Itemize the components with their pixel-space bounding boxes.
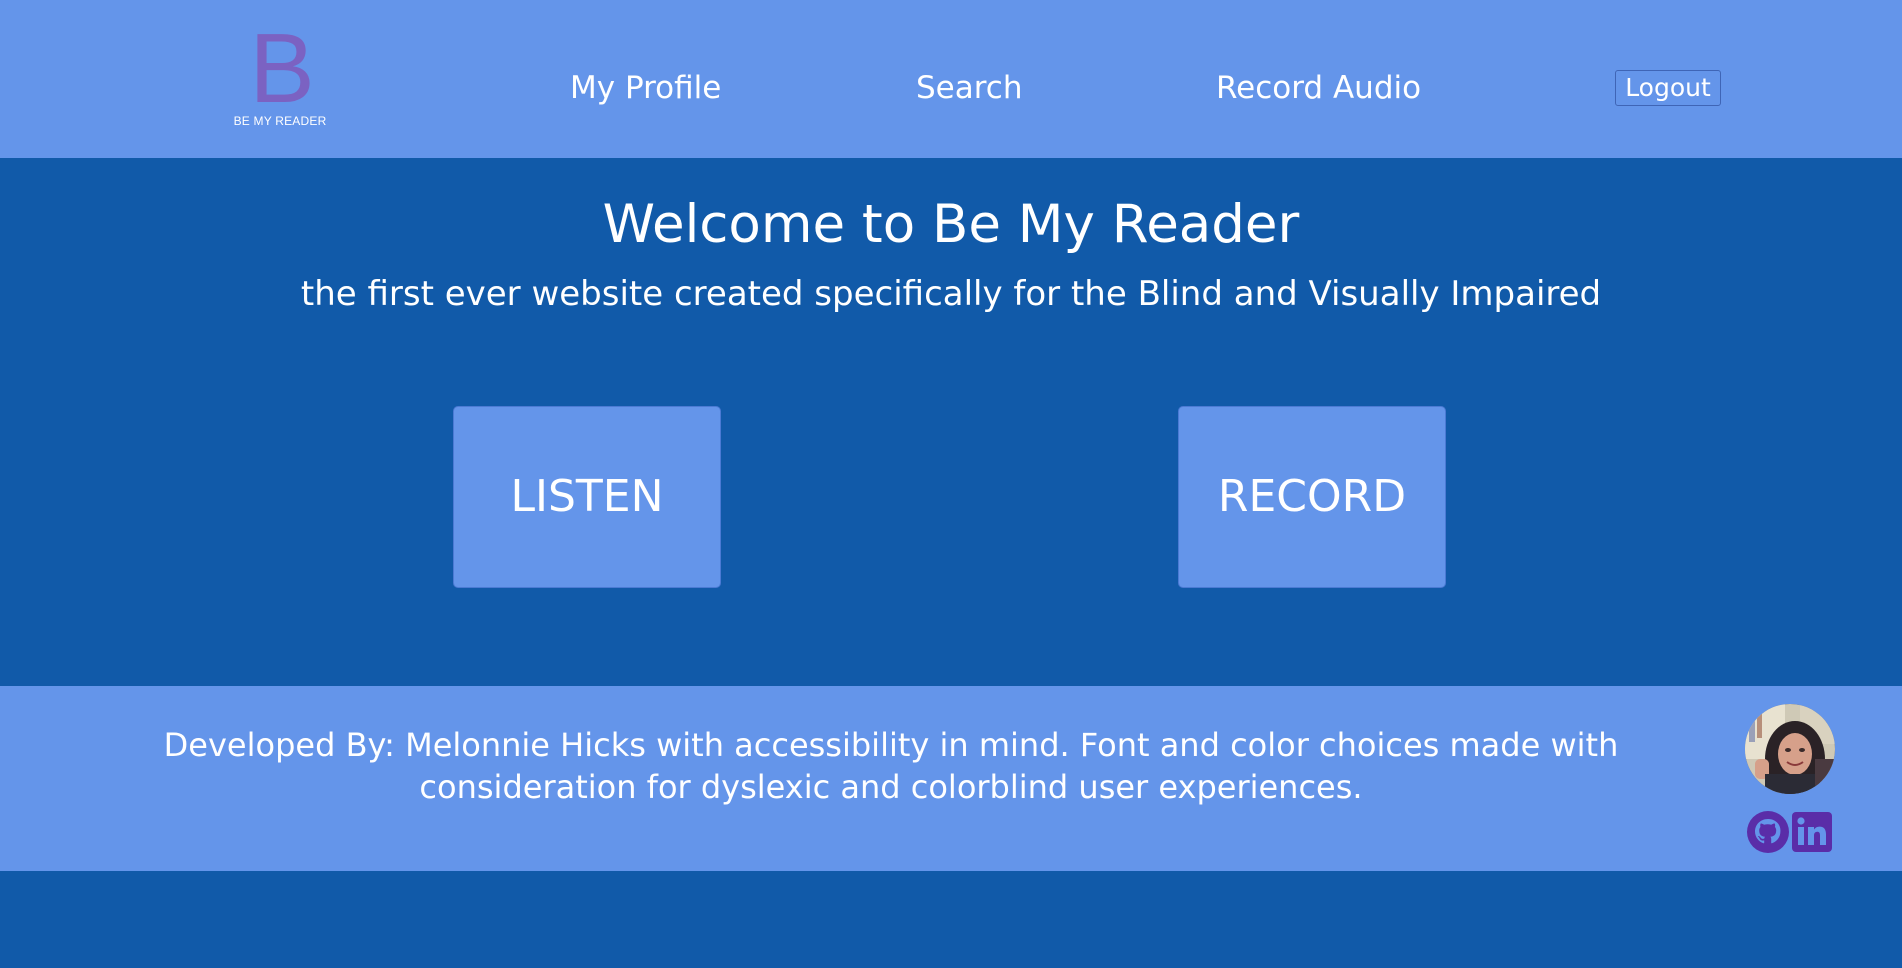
logo[interactable]: B BE MY READER <box>230 13 330 128</box>
logo-text: BE MY READER <box>233 114 327 128</box>
linkedin-icon[interactable] <box>1790 810 1834 854</box>
main-content: Welcome to Be My Reader the first ever w… <box>0 158 1902 686</box>
site-header: B BE MY READER My Profile Search Record … <box>0 0 1902 158</box>
linkedin-icon-svg <box>1792 812 1832 852</box>
footer-credits: Developed By: Melonnie Hicks with access… <box>163 726 1619 806</box>
logout-button[interactable]: Logout <box>1615 70 1721 106</box>
github-icon-svg <box>1747 811 1789 853</box>
page-title: Welcome to Be My Reader <box>602 194 1300 255</box>
site-footer: Developed By: Melonnie Hicks with access… <box>0 686 1902 871</box>
record-button[interactable]: RECORD <box>1178 406 1446 588</box>
nav-record-audio[interactable]: Record Audio <box>1216 68 1421 108</box>
page-subtitle: the first ever website created specifica… <box>300 274 1602 314</box>
avatar-photo <box>1745 704 1835 794</box>
listen-button[interactable]: LISTEN <box>453 406 721 588</box>
avatar <box>1745 704 1835 794</box>
nav-search[interactable]: Search <box>916 68 1023 108</box>
nav-my-profile[interactable]: My Profile <box>570 68 721 108</box>
logo-letter: B <box>249 13 315 123</box>
github-icon[interactable] <box>1746 810 1790 854</box>
